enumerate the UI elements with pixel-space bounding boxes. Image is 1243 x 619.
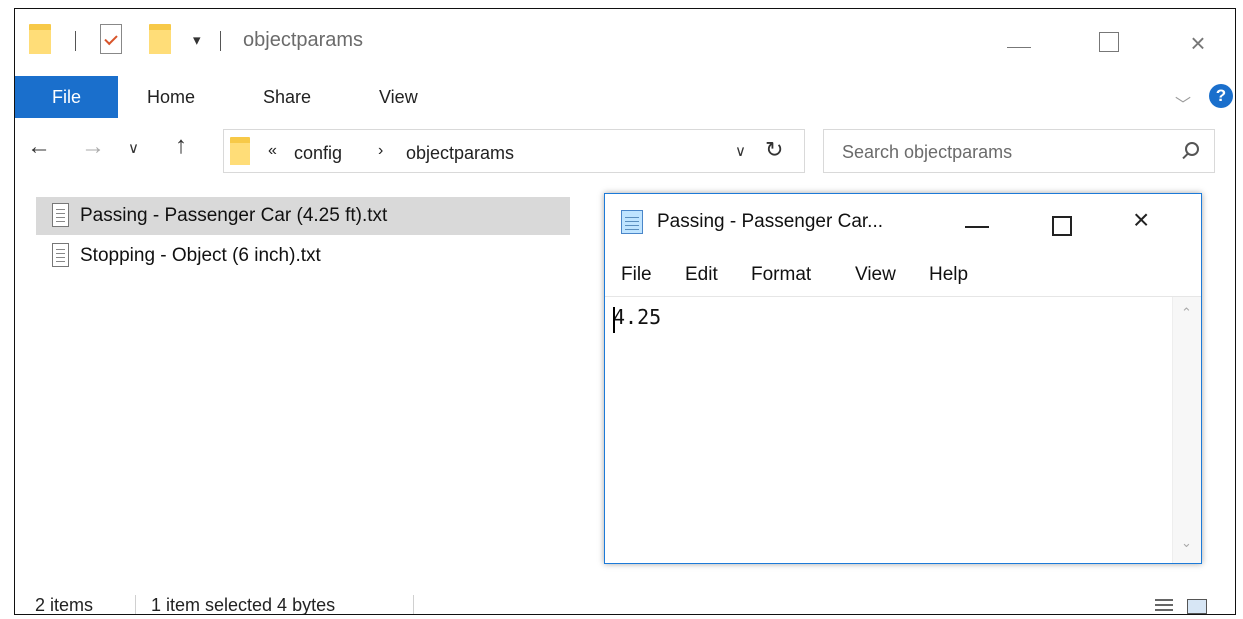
ribbon: File Home Share View ﹀ ? <box>15 71 1235 123</box>
file-item[interactable]: Stopping - Object (6 inch).txt <box>36 237 570 275</box>
file-name: Stopping - Object (6 inch).txt <box>80 245 321 266</box>
menu-view[interactable]: View <box>855 264 896 286</box>
expand-ribbon-icon[interactable]: ﹀ <box>1175 91 1191 115</box>
breadcrumb-separator-icon[interactable]: › <box>378 142 383 160</box>
selection-status: 1 item selected 4 bytes <box>151 595 336 615</box>
address-dropdown-icon[interactable]: ∨ <box>735 142 746 160</box>
close-button[interactable]: × <box>1175 23 1221 63</box>
title-separator <box>220 31 221 51</box>
refresh-icon[interactable]: ↻ <box>765 137 783 163</box>
help-icon[interactable]: ? <box>1209 84 1233 108</box>
menu-format[interactable]: Format <box>751 264 811 286</box>
new-folder-icon[interactable] <box>149 24 171 54</box>
details-view-icon[interactable] <box>1155 599 1175 614</box>
close-icon: × <box>1190 28 1206 58</box>
quick-access-separator <box>75 31 76 51</box>
notepad-content[interactable]: 4.25 <box>613 305 661 329</box>
notepad-text-area[interactable]: 4.25 ⌃ ⌄ <box>605 296 1201 564</box>
recent-locations-icon[interactable]: ∨ <box>128 139 139 157</box>
text-file-icon <box>52 203 69 227</box>
back-arrow-icon[interactable]: ← <box>27 133 51 161</box>
notepad-window: Passing - Passenger Car... × File Edit F… <box>604 193 1202 564</box>
properties-icon[interactable] <box>100 24 122 54</box>
breadcrumb-objectparams[interactable]: objectparams <box>406 143 514 164</box>
quick-access-dropdown-icon[interactable]: ▾ <box>193 31 201 49</box>
notepad-close-button[interactable]: × <box>1133 204 1149 236</box>
notepad-maximize-button[interactable] <box>1052 216 1072 236</box>
address-folder-icon <box>230 137 250 165</box>
status-separator <box>413 595 414 614</box>
status-bar: 2 items 1 item selected 4 bytes <box>15 589 1235 614</box>
search-placeholder[interactable]: Search objectparams <box>842 142 1012 163</box>
ribbon-tab-view[interactable]: View <box>379 76 418 118</box>
ribbon-file-tab[interactable]: File <box>15 76 118 118</box>
file-name: Passing - Passenger Car (4.25 ft).txt <box>80 205 388 226</box>
ribbon-tab-home[interactable]: Home <box>147 76 195 118</box>
menu-edit[interactable]: Edit <box>685 264 718 286</box>
menu-file[interactable]: File <box>621 264 652 286</box>
file-item[interactable]: Passing - Passenger Car (4.25 ft).txt <box>36 197 570 235</box>
maximize-button[interactable] <box>1087 23 1133 63</box>
tiles-view-icon[interactable] <box>1187 599 1207 614</box>
text-caret <box>613 307 615 333</box>
minimize-icon <box>1007 47 1031 48</box>
ribbon-tab-share[interactable]: Share <box>263 76 311 118</box>
vertical-scrollbar[interactable]: ⌃ ⌄ <box>1172 297 1201 563</box>
search-box[interactable]: Search objectparams <box>823 129 1215 173</box>
forward-arrow-icon[interactable]: → <box>81 133 105 161</box>
maximize-icon <box>1099 32 1119 52</box>
overflow-chevron-icon[interactable]: « <box>268 142 277 160</box>
folder-icon[interactable] <box>29 24 51 54</box>
notepad-icon <box>621 210 643 234</box>
minimize-button[interactable] <box>997 23 1043 63</box>
explorer-titlebar: ▾ objectparams × <box>15 9 1235 71</box>
search-icon[interactable] <box>1179 140 1201 162</box>
text-file-icon <box>52 243 69 267</box>
item-count: 2 items <box>35 595 94 615</box>
menu-help[interactable]: Help <box>929 264 968 286</box>
address-bar[interactable]: « config › objectparams <box>223 129 805 173</box>
scroll-up-icon[interactable]: ⌃ <box>1181 305 1192 321</box>
window-title: objectparams <box>243 29 364 51</box>
notepad-title: Passing - Passenger Car... <box>657 211 883 232</box>
breadcrumb-config[interactable]: config <box>294 143 342 164</box>
up-arrow-icon[interactable]: ↑ <box>175 132 187 160</box>
scroll-down-icon[interactable]: ⌄ <box>1181 535 1192 551</box>
notepad-minimize-button[interactable] <box>965 226 989 228</box>
status-separator <box>135 595 136 614</box>
